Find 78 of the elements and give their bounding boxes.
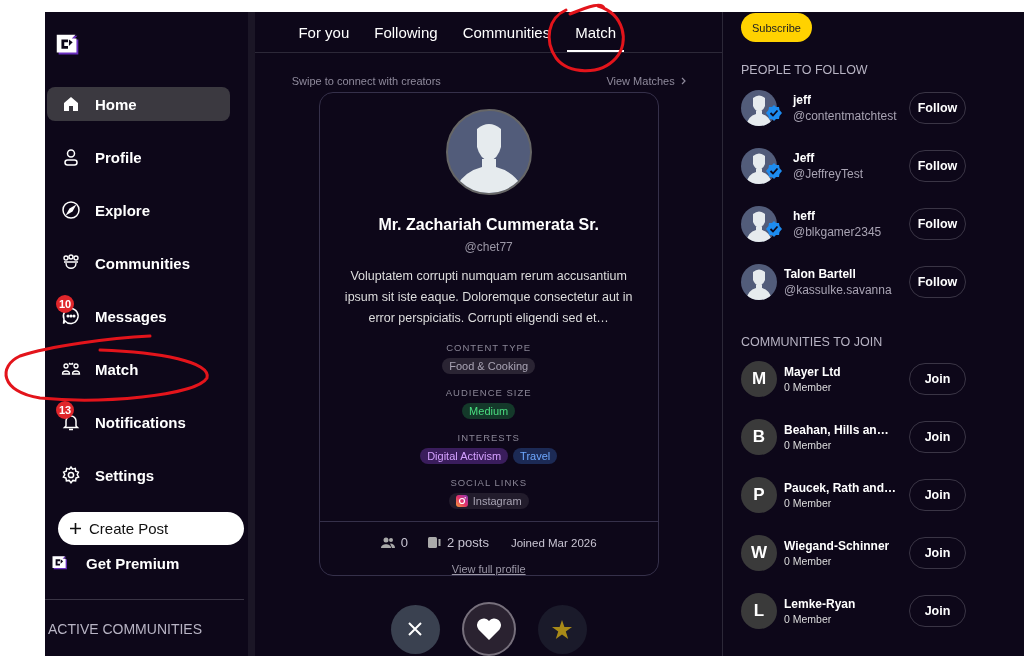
posts-icon — [428, 537, 441, 548]
nav-item[interactable]: Home — [47, 87, 230, 121]
avatar-icon — [741, 89, 777, 126]
member-count: 0 Member — [784, 438, 833, 451]
profile-bio: Voluptatem corrupti numquam rerum accusantium ipsum sit iste eaque. Doloremque consectetur aut in error perspiciatis. Corrupti eligendi sed et… — [343, 268, 634, 327]
user-handle: @contentmatchtest — [793, 108, 898, 123]
community-avatar: W — [741, 534, 777, 571]
avatar-icon — [741, 147, 777, 184]
avatar-icon — [445, 109, 532, 195]
profile-handle: @chet77 — [464, 240, 513, 254]
member-count: 0 Member — [784, 380, 833, 393]
heart-icon — [475, 617, 502, 641]
user-name: jeff — [793, 92, 812, 107]
profile-name: Mr. Zachariah Cummerata Sr. — [378, 216, 599, 234]
section-title: PEOPLE TO FOLLOW — [741, 63, 869, 77]
section-label: SOCIAL LINKS — [450, 477, 527, 488]
section-title: ACTIVE COMMUNITIES — [47, 620, 203, 637]
close-icon — [408, 622, 423, 636]
tag: Medium — [462, 403, 516, 419]
community-name: Wiegand-Schinner — [784, 538, 891, 553]
premium-link[interactable]: Get Premium — [86, 554, 180, 572]
plus-icon — [70, 523, 81, 534]
people-icon — [380, 537, 395, 548]
user-handle: @blkgamer2345 — [793, 224, 883, 239]
feed-tab[interactable]: Communities — [454, 24, 559, 52]
tag: Food & Cooking — [442, 358, 536, 374]
create-post-button[interactable]: Create Post — [58, 512, 244, 545]
community-name: Beahan, Hills an… — [784, 422, 890, 437]
person-icon — [61, 147, 81, 167]
feed-tab[interactable]: Match — [567, 24, 624, 52]
user-handle: @JeffreyTest — [793, 166, 864, 181]
member-count: 0 Member — [784, 612, 833, 625]
tag: Travel — [513, 448, 558, 464]
community-name: Paucek, Rath and… — [784, 480, 898, 495]
view-matches-link[interactable]: View Matches — [606, 75, 686, 87]
community-name: Lemke-Ryan — [784, 596, 857, 611]
section-label: INTERESTS — [457, 432, 520, 443]
nav-item[interactable]: Profile — [47, 140, 230, 174]
section-label: AUDIENCE SIZE — [445, 387, 532, 398]
section-title: COMMUNITIES TO JOIN — [741, 335, 884, 349]
compass-icon — [61, 200, 81, 220]
avatar-icon — [741, 205, 777, 242]
avatar-icon — [741, 263, 777, 300]
community-avatar: L — [741, 592, 777, 629]
section-label: CONTENT TYPE — [446, 342, 532, 353]
member-count: 0 Member — [784, 496, 833, 509]
camera-icon — [455, 495, 468, 507]
join-date: Joined Mar 2026 — [510, 536, 597, 549]
settings-icon — [61, 465, 81, 485]
home-icon — [61, 94, 81, 114]
community-avatar: M — [741, 360, 777, 397]
view-profile-link[interactable]: View full profile — [451, 563, 526, 575]
count-badge: 13 — [56, 401, 74, 419]
tag: Instagram — [448, 493, 529, 509]
hint-text: Swipe to connect with creators — [291, 75, 441, 87]
community-avatar: P — [741, 476, 777, 513]
user-name: heff — [793, 208, 816, 223]
user-handle: @kassulke.savanna — [784, 282, 893, 297]
subscribe-button[interactable]: Subscribe — [741, 13, 812, 42]
feed-tab[interactable]: Following — [366, 24, 446, 52]
user-name: Jeff — [793, 150, 816, 165]
nav-item[interactable]: Communities — [47, 246, 230, 280]
post-count: 2 posts — [447, 535, 489, 550]
feed-tab[interactable]: For you — [290, 24, 358, 52]
tag: Digital Activism — [420, 448, 509, 464]
nav-item[interactable]: Explore — [47, 193, 230, 227]
follower-count: 0 — [400, 535, 408, 550]
count-badge: 10 — [56, 295, 74, 313]
like-button[interactable] — [461, 602, 516, 656]
user-name: Talon Bartell — [784, 266, 857, 281]
chat-icon — [61, 306, 81, 326]
community-name: Mayer Ltd — [784, 364, 842, 379]
nav-item[interactable]: Match — [47, 352, 230, 386]
member-count: 0 Member — [784, 554, 833, 567]
star-icon — [552, 619, 573, 639]
community-avatar: B — [741, 418, 777, 455]
nav-item[interactable]: Settings — [47, 458, 230, 492]
chevron-right-icon — [680, 77, 686, 85]
